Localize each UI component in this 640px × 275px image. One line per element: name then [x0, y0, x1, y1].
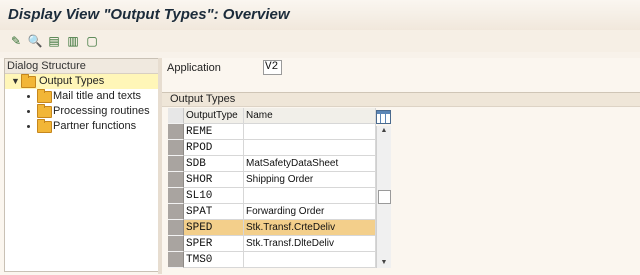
expand-arrow-icon[interactable]: ▼ [11, 76, 20, 86]
tree-item-output-types[interactable]: ▼ Output Types [5, 74, 159, 89]
dialog-structure-header: Dialog Structure [5, 59, 159, 74]
select-all-icon[interactable]: ▤ [46, 33, 62, 49]
cell-output-type[interactable]: SPAT [184, 204, 244, 220]
cell-output-type[interactable]: RPOD [184, 140, 244, 156]
row-selector[interactable] [168, 204, 184, 220]
tree-item-label: Partner functions [53, 120, 137, 132]
scroll-down-icon[interactable]: ▼ [377, 258, 391, 268]
tree-item-label: Mail title and texts [53, 90, 142, 102]
table-row[interactable]: SPER Stk.Transf.DlteDeliv [168, 236, 376, 252]
application-label: Application [167, 62, 221, 74]
row-selector[interactable] [168, 172, 184, 188]
tree-item-mail-title-and-texts[interactable]: Mail title and texts [5, 89, 159, 104]
bullet-icon [27, 110, 30, 113]
page-title: Display View "Output Types": Overview [8, 6, 290, 23]
folder-icon [21, 74, 36, 88]
column-header-outputtype[interactable]: OutputType [184, 108, 244, 124]
cell-output-type[interactable]: TMS0 [184, 252, 244, 268]
table-row[interactable]: SDB MatSafetyDataSheet [168, 156, 376, 172]
select-all-rows-button[interactable] [168, 108, 184, 124]
row-selector[interactable] [168, 188, 184, 204]
cell-output-type[interactable]: SL10 [184, 188, 244, 204]
cell-output-type[interactable]: REME [184, 124, 244, 140]
cell-name[interactable] [244, 124, 376, 140]
row-selector[interactable] [168, 252, 184, 268]
table-row[interactable]: REME [168, 124, 376, 140]
dialog-structure-panel: Dialog Structure ▼ Output Types Mail tit… [4, 58, 160, 272]
tree-item-partner-functions[interactable]: Partner functions [5, 119, 159, 134]
cell-output-type[interactable]: SDB [184, 156, 244, 172]
cell-name[interactable] [244, 252, 376, 268]
row-selector[interactable] [168, 140, 184, 156]
application-field[interactable]: V2 [263, 60, 282, 75]
table-row-selected[interactable]: SPED Stk.Transf.CrteDeliv [168, 220, 376, 236]
column-header-name[interactable]: Name [244, 108, 376, 124]
output-types-table: OutputType Name REME RPOD SDB MatSafetyD… [168, 108, 392, 268]
tree-item-processing-routines[interactable]: Processing routines [5, 104, 159, 119]
cell-name[interactable]: Shipping Order [244, 172, 376, 188]
row-selector[interactable] [168, 236, 184, 252]
scroll-thumb[interactable] [378, 190, 391, 204]
folder-icon [37, 89, 52, 103]
table-row[interactable]: RPOD [168, 140, 376, 156]
cell-name[interactable]: Stk.Transf.CrteDeliv [244, 220, 376, 236]
table-row[interactable]: SL10 [168, 188, 376, 204]
cell-output-type[interactable]: SHOR [184, 172, 244, 188]
vertical-scrollbar[interactable]: ▲ ▼ [376, 126, 391, 268]
row-selector[interactable] [168, 124, 184, 140]
cell-name[interactable] [244, 140, 376, 156]
section-title: Output Types [162, 93, 640, 107]
table-settings-icon[interactable] [376, 110, 391, 124]
bullet-icon [27, 95, 30, 98]
tree-item-label: Processing routines [53, 105, 150, 117]
table-row[interactable]: SPAT Forwarding Order [168, 204, 376, 220]
deselect-all-icon[interactable]: ▢ [84, 33, 100, 49]
cell-name[interactable]: MatSafetyDataSheet [244, 156, 376, 172]
cell-name[interactable] [244, 188, 376, 204]
cell-name[interactable]: Forwarding Order [244, 204, 376, 220]
table-row[interactable]: TMS0 [168, 252, 376, 268]
cell-name[interactable]: Stk.Transf.DlteDeliv [244, 236, 376, 252]
table-row[interactable]: SHOR Shipping Order [168, 172, 376, 188]
row-selector[interactable] [168, 220, 184, 236]
row-selector[interactable] [168, 156, 184, 172]
folder-icon [37, 119, 52, 133]
table-header: OutputType Name [168, 108, 376, 124]
scroll-up-icon[interactable]: ▲ [377, 126, 391, 136]
folder-icon [37, 104, 52, 118]
display-change-icon[interactable]: ✎ [8, 33, 24, 49]
details-icon[interactable]: 🔍 [27, 33, 43, 49]
application-toolbar: ✎ 🔍 ▤ ▥ ▢ [0, 30, 640, 53]
select-block-icon[interactable]: ▥ [65, 33, 81, 49]
tree-item-label: Output Types [39, 75, 105, 87]
bullet-icon [27, 125, 30, 128]
title-bar: Display View "Output Types": Overview [0, 0, 640, 31]
cell-output-type[interactable]: SPER [184, 236, 244, 252]
cell-output-type[interactable]: SPED [184, 220, 244, 236]
